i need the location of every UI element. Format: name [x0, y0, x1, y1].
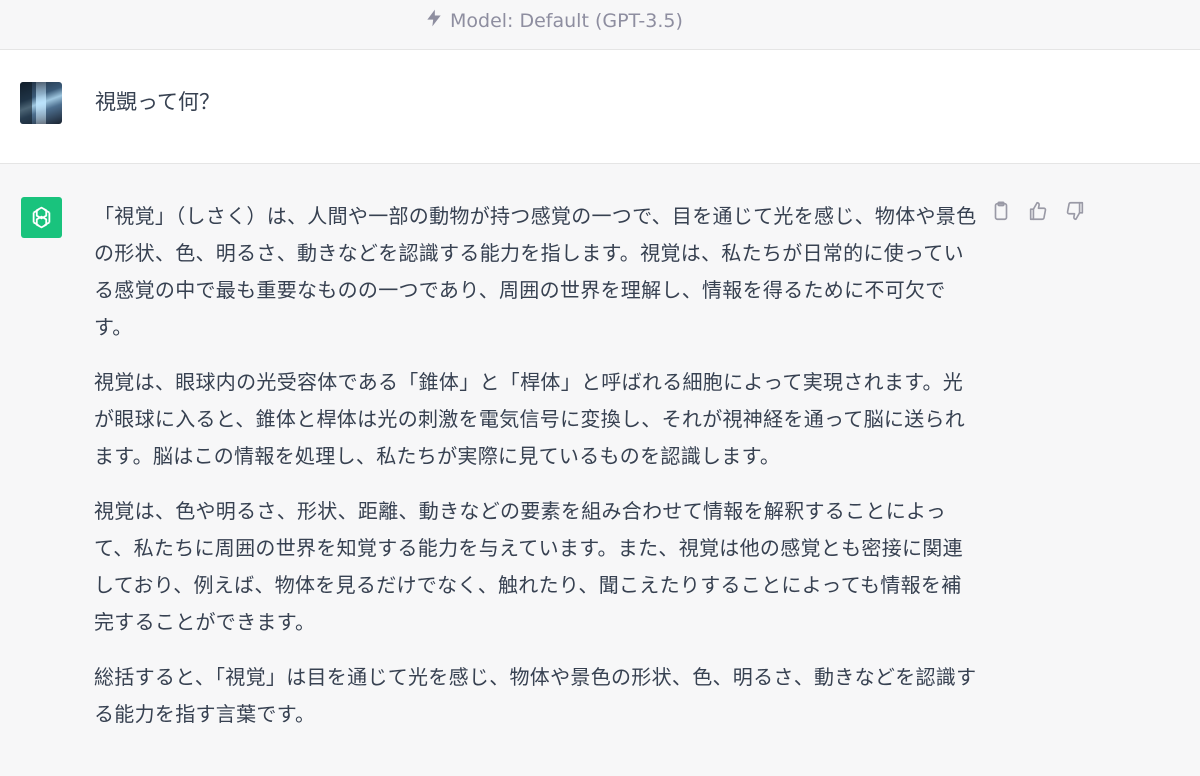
answer-paragraph-1: 「視覚」（しさく）は、人間や一部の動物が持つ感覚の一つで、目を通じて光を感じ、物… [94, 204, 977, 339]
thumbs-down-icon[interactable] [1064, 200, 1086, 222]
lightning-bolt-icon [424, 8, 444, 33]
openai-logo-icon [21, 197, 62, 238]
user-avatar [20, 82, 62, 124]
answer-paragraph-2: 視覚は、眼球内の光受容体である「錐体」と「桿体」と呼ばれる細胞によって実現されま… [94, 370, 966, 468]
answer-paragraph-3: 視覚は、色や明るさ、形状、距離、動きなどの要素を組み合わせて情報を解釈することに… [94, 499, 963, 634]
assistant-answer: 「視覚」（しさく）は、人間や一部の動物が持つ感覚の一つで、目を通じて光を感じ、物… [94, 198, 978, 751]
model-label: Model: Default (GPT-3.5) [424, 8, 683, 33]
model-name-text: Model: Default (GPT-3.5) [450, 9, 683, 32]
user-message: 視覬って何？ [0, 50, 1200, 164]
user-message-text: 視覬って何？ [95, 90, 220, 114]
answer-paragraph-4: 総括すると、「視覚」は目を通じて光を感じ、物体や景色の形状、色、明るさ、動きなど… [94, 665, 977, 726]
message-actions [990, 200, 1086, 222]
clipboard-icon[interactable] [990, 200, 1012, 222]
model-bar: Model: Default (GPT-3.5) [0, 0, 1200, 50]
assistant-message: 「視覚」（しさく）は、人間や一部の動物が持つ感覚の一つで、目を通じて光を感じ、物… [0, 164, 1200, 776]
thumbs-up-icon[interactable] [1027, 200, 1049, 222]
